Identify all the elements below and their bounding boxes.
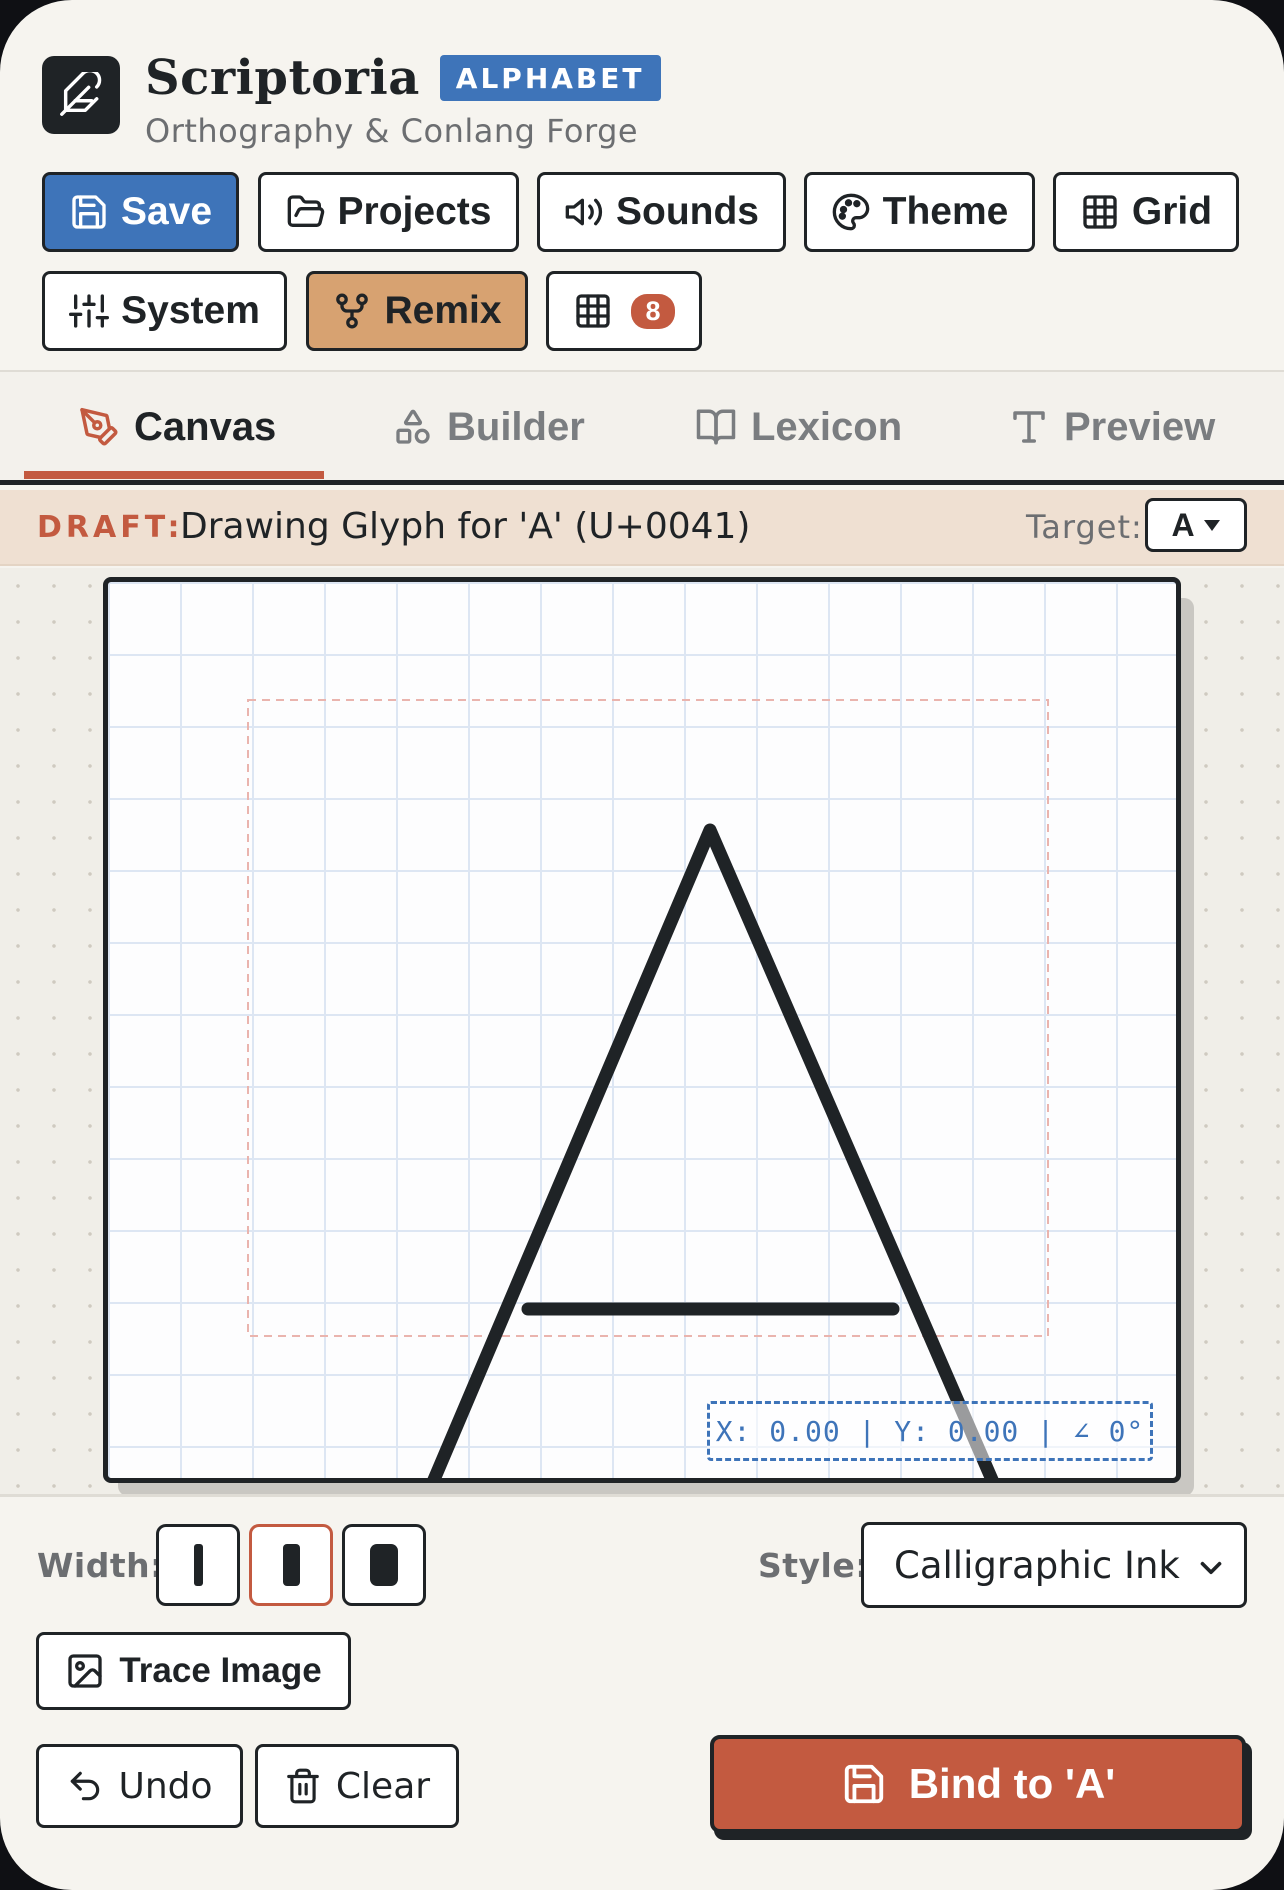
glyph-strokes <box>247 699 1049 1478</box>
folder-open-icon <box>287 195 324 227</box>
undo-button[interactable]: Undo <box>36 1744 243 1828</box>
drawing-canvas[interactable] <box>103 577 1181 1483</box>
projects-label: Projects <box>337 190 492 233</box>
floppy-disk-icon <box>844 1764 883 1804</box>
medium-stroke-icon <box>282 1544 300 1586</box>
trace-image-button[interactable]: Trace Image <box>36 1632 351 1710</box>
tab-builder[interactable]: Builder <box>393 372 585 482</box>
undo-label: Undo <box>118 1765 213 1807</box>
floppy-disk-icon <box>72 195 106 229</box>
grid-icon <box>1083 195 1117 229</box>
clear-label: Clear <box>335 1765 431 1807</box>
palette-icon <box>832 193 869 231</box>
book-icon <box>696 409 736 445</box>
sounds-label: Sounds <box>616 190 759 233</box>
bind-glyph-button[interactable]: Bind to 'A' <box>710 1735 1246 1833</box>
grid-icon <box>576 294 611 328</box>
sliders-icon <box>69 294 110 328</box>
width-thick-button[interactable] <box>342 1524 426 1606</box>
width-medium-button[interactable] <box>249 1524 333 1606</box>
git-fork-icon <box>336 293 369 329</box>
image-icon <box>68 1654 102 1688</box>
tab-builder-label: Builder <box>447 404 585 449</box>
cursor-readout: X: 0.00 | Y: 0.00 | ∠ 0° <box>707 1401 1153 1461</box>
save-button[interactable]: Save <box>42 172 239 252</box>
tab-bar: Canvas Builder Lexicon Preview <box>0 370 1284 485</box>
pen-nib-icon <box>80 407 118 446</box>
theme-button[interactable]: Theme <box>804 172 1035 252</box>
thick-stroke-icon <box>370 1544 398 1586</box>
app-title: Scriptoria <box>145 50 420 106</box>
target-value: A <box>1171 506 1195 543</box>
theme-label: Theme <box>882 190 1009 233</box>
tab-preview[interactable]: Preview <box>1008 372 1215 482</box>
draft-tag: DRAFT: <box>37 510 184 545</box>
grid-label: Grid <box>1131 190 1213 233</box>
trace-image-label: Trace Image <box>119 1651 322 1690</box>
glyph-stroke-a-legs <box>427 823 999 1478</box>
undo-icon <box>71 1771 100 1801</box>
active-tab-indicator <box>24 471 324 479</box>
controls-divider <box>0 1494 1284 1497</box>
draft-status-bar: DRAFT: Drawing Glyph for 'A' (U+0041) Ta… <box>0 490 1284 566</box>
brand-header: Scriptoria ALPHABET Orthography & Conlan… <box>42 50 661 150</box>
remix-label: Remix <box>384 289 502 332</box>
glyph-bounds-guide <box>247 699 1049 1337</box>
width-thin-button[interactable] <box>156 1524 240 1606</box>
draft-description: Drawing Glyph for 'A' (U+0041) <box>180 506 751 547</box>
projects-button[interactable]: Projects <box>258 172 519 252</box>
tab-lexicon[interactable]: Lexicon <box>695 372 902 482</box>
style-label: Style: <box>758 1546 869 1585</box>
shapes-icon <box>396 409 430 444</box>
tab-lexicon-label: Lexicon <box>751 404 903 449</box>
style-select[interactable]: Calligraphic Ink <box>861 1522 1247 1608</box>
app-subtitle: Orthography & Conlang Forge <box>145 112 639 150</box>
grid-button[interactable]: Grid <box>1053 172 1239 252</box>
target-select[interactable]: A <box>1145 498 1247 552</box>
bind-label: Bind to 'A' <box>908 1760 1116 1807</box>
thin-stroke-icon <box>193 1544 203 1586</box>
tab-preview-label: Preview <box>1064 404 1216 449</box>
save-label: Save <box>120 190 213 233</box>
app-badge: ALPHABET <box>439 55 661 101</box>
system-label: System <box>121 289 260 332</box>
chevron-down-icon <box>1200 1561 1222 1575</box>
style-value: Calligraphic Ink <box>894 1543 1180 1587</box>
clear-button[interactable]: Clear <box>255 1744 459 1828</box>
system-button[interactable]: System <box>42 271 287 351</box>
tab-canvas-label: Canvas <box>134 404 277 449</box>
glyph-count-badge: 8 <box>631 293 675 329</box>
app-window: Scriptoria ALPHABET Orthography & Conlan… <box>0 0 1284 1890</box>
glyph-grid-count-button[interactable]: 8 <box>546 271 702 351</box>
tab-canvas[interactable]: Canvas <box>78 372 276 482</box>
feather-icon <box>42 56 120 134</box>
sounds-button[interactable]: Sounds <box>537 172 786 252</box>
type-icon <box>1013 411 1045 443</box>
target-label: Target: <box>1026 508 1143 546</box>
caret-down-icon <box>1203 520 1220 531</box>
width-label: Width: <box>37 1546 164 1585</box>
remix-button[interactable]: Remix <box>306 271 528 351</box>
trash-icon <box>287 1768 319 1804</box>
speaker-icon <box>565 198 603 226</box>
